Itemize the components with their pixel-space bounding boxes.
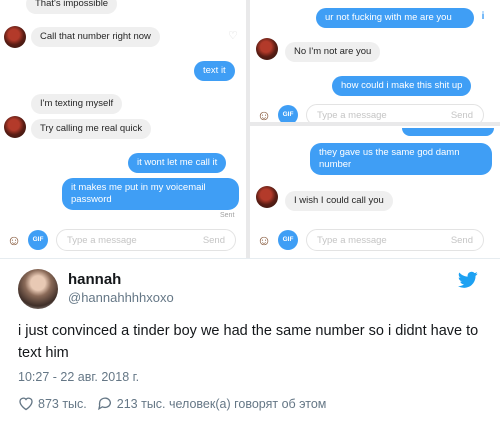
send-button[interactable]: Send	[451, 110, 473, 121]
twitter-bird-icon[interactable]	[458, 271, 478, 289]
chat-panel-right: ur not fucking with me are you i No I'm …	[250, 0, 500, 258]
like-count: 873 тыс.	[38, 396, 87, 411]
chat-panel-left: That's impossible Call that number right…	[0, 0, 246, 258]
message-outgoing: how could i make this shit up	[332, 76, 472, 96]
message-incoming: No I'm not are you	[285, 42, 381, 62]
tweet-timestamp[interactable]: 10:27 - 22 авг. 2018 г.	[18, 370, 139, 384]
message-outgoing: ur not fucking with me are you	[316, 8, 474, 28]
message-input[interactable]: Type a message Send	[56, 229, 236, 251]
face-icon[interactable]: ☺	[256, 230, 272, 250]
message-incoming: Try calling me real quick	[31, 119, 152, 139]
message-placeholder: Type a message	[317, 234, 387, 246]
heart-icon	[19, 397, 33, 411]
message-outgoing: text it	[194, 61, 235, 81]
message-incoming: I wish I could call you	[285, 191, 393, 211]
message-outgoing: it wont let me call it	[128, 153, 227, 173]
reply-count: 213 тыс. человек(а) говорят об этом	[116, 396, 327, 411]
tweet-author-handle[interactable]: @hannahhhhxoxo	[68, 290, 174, 305]
screenshot-collage: That's impossible Call that number right…	[0, 0, 500, 258]
message-outgoing: it makes me put in my voicemail password	[62, 178, 239, 210]
contact-avatar	[256, 38, 278, 60]
message-placeholder: Type a message	[317, 109, 387, 121]
message-incoming: That's impossible	[26, 0, 118, 14]
panel-divider	[250, 122, 500, 126]
contact-avatar	[4, 116, 26, 138]
send-button[interactable]: Send	[451, 235, 473, 246]
message-input[interactable]: Type a message Send	[306, 229, 484, 251]
contact-avatar	[4, 26, 26, 48]
like-button[interactable]: 873 тыс.	[18, 396, 87, 411]
heart-icon[interactable]: ♡	[228, 29, 238, 42]
avatar[interactable]	[18, 269, 58, 309]
info-icon[interactable]: i	[476, 10, 490, 24]
message-input-bar: ☺ GIF Type a message Send	[6, 227, 236, 253]
message-placeholder: Type a message	[67, 234, 137, 246]
send-button[interactable]: Send	[203, 235, 225, 246]
sent-label: Sent	[220, 212, 235, 219]
tweet-author-name[interactable]: hannah	[68, 271, 121, 288]
gif-icon[interactable]: GIF	[278, 230, 298, 250]
message-input-bar: ☺ GIF Type a message Send	[256, 227, 484, 253]
message-incoming: Call that number right now	[31, 27, 160, 47]
contact-avatar	[256, 186, 278, 208]
reply-button[interactable]: 213 тыс. человек(а) говорят об этом	[97, 396, 327, 411]
message-outgoing: they gave us the same god damn number	[310, 143, 492, 175]
gif-icon[interactable]: GIF	[28, 230, 48, 250]
reply-bubble-icon	[97, 397, 111, 411]
tweet-card: hannah @hannahhhhxoxo i just convinced a…	[0, 258, 500, 428]
message-incoming: I'm texting myself	[31, 94, 123, 114]
tweet-actions: 873 тыс. 213 тыс. человек(а) говорят об …	[18, 396, 336, 411]
tweet-text: i just convinced a tinder boy we had the…	[18, 323, 479, 361]
message-outgoing-partial	[402, 128, 494, 136]
face-icon[interactable]: ☺	[6, 230, 22, 250]
